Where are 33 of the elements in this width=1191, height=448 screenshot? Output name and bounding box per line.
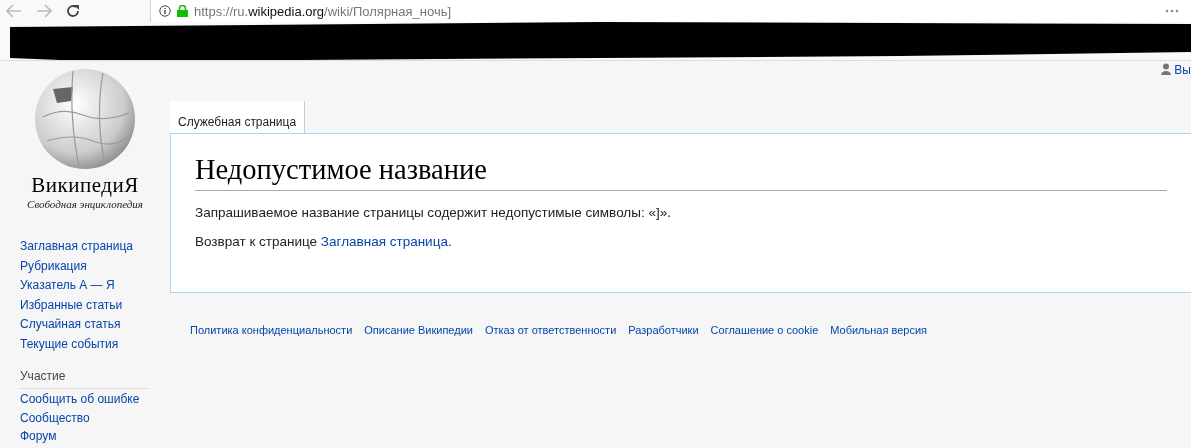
forward-icon[interactable] [36,4,52,18]
sidebar-link[interactable]: Сообщество [20,408,170,427]
wordmark[interactable]: ВикипедиЯ [31,173,139,198]
info-icon[interactable] [159,5,171,17]
footer-link[interactable]: Политика конфиденциальности [190,324,353,336]
user-link[interactable]: Вы [1174,63,1191,77]
sidebar-heading: Участие [20,369,148,389]
sidebar-link[interactable]: Заглавная страница [20,237,170,257]
sidebar-link[interactable]: Рубрикация [20,256,170,276]
sidebar-link[interactable]: Текущие события [20,334,170,354]
footer-link[interactable]: Разработчики [628,324,699,336]
lock-icon [177,5,188,17]
sidebar-link[interactable]: Избранные статьи [20,295,170,315]
page-tab[interactable]: Служебная страница [170,101,306,133]
footer-link[interactable]: Описание Википедии [364,324,473,336]
url-field[interactable]: https://ru.wikipedia.org/wiki/Полярная_ночь] [194,3,452,19]
reload-icon[interactable] [66,4,80,18]
more-icon[interactable] [1165,9,1179,13]
back-icon[interactable] [6,4,22,18]
sidebar-link[interactable]: Форум [20,427,170,446]
page-title: Недопустимое название [195,152,1167,191]
footer-link[interactable]: Мобильная версия [830,324,928,336]
error-message: Запрашиваемое название страницы содержит недопустимые символы: «]». [195,205,672,220]
footer-link[interactable]: Соглашение о cookie [710,324,819,336]
sidebar-link[interactable]: Случайная статья [20,315,170,335]
footer-link[interactable]: Отказ от ответственности [484,324,617,336]
return-text: Возврат к странице [195,234,318,249]
return-link[interactable]: Заглавная страница [320,234,448,249]
sidebar-link[interactable]: Сообщить об ошибке [20,390,170,409]
user-icon [1161,63,1172,75]
sidebar-link[interactable]: Указатель А — Я [20,276,170,296]
tagline: Свободная энциклопедия [27,198,143,210]
period-text: . [447,234,452,249]
